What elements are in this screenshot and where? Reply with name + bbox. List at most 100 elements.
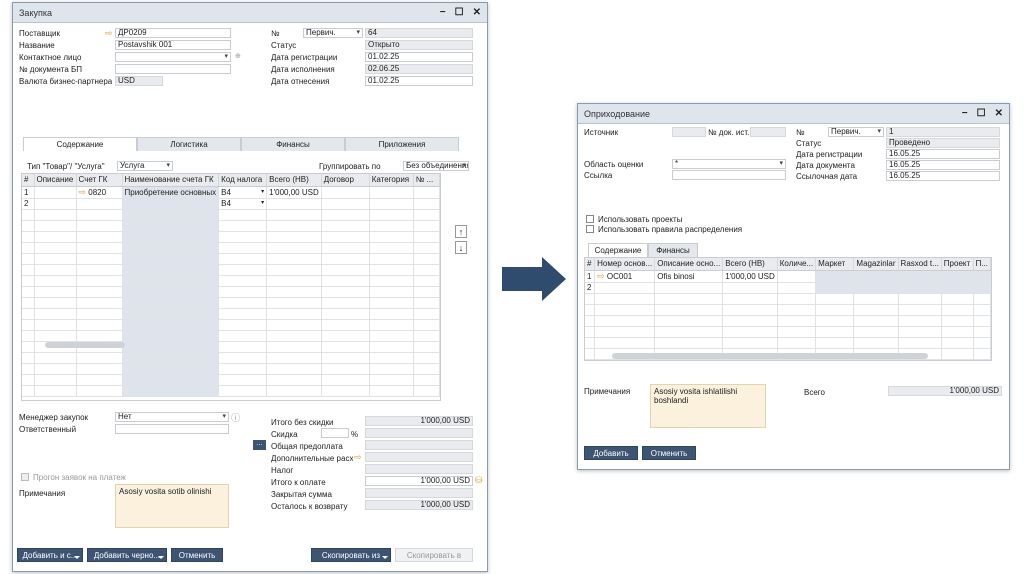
minimize-icon[interactable]: − [440, 7, 446, 18]
table-row[interactable] [22, 374, 440, 386]
cancel-button[interactable]: Отменить [642, 446, 696, 460]
col-desc[interactable]: Описание осно... [654, 258, 724, 271]
col-gl[interactable]: Счет ГК [76, 174, 123, 187]
add-draft-button[interactable]: Добавить черно... [87, 548, 167, 562]
col-total[interactable]: Всего (НВ) [266, 174, 322, 187]
row-stores[interactable] [853, 270, 899, 283]
table-row[interactable] [22, 220, 440, 232]
row-tax[interactable]: В4 ▾ [218, 198, 268, 210]
row-category[interactable] [369, 198, 414, 210]
ref-date-field[interactable]: 16.05.25 [886, 171, 1000, 181]
minimize-icon[interactable]: − [962, 108, 968, 119]
table-row[interactable]: 2 В4 ▾ [22, 198, 440, 210]
row-total[interactable] [266, 198, 322, 210]
row-more[interactable] [973, 270, 991, 283]
horizontal-scrollbar[interactable] [45, 342, 125, 348]
col-category[interactable]: Категория [369, 174, 414, 187]
row-contract[interactable] [321, 186, 370, 199]
col-stores[interactable]: Magazinlar [853, 258, 899, 271]
add-button[interactable]: Добавить [584, 446, 638, 460]
move-up-icon[interactable]: ↑ [455, 225, 467, 238]
table-row[interactable] [22, 385, 440, 397]
tab-finance[interactable]: Финансы [648, 243, 698, 257]
tab-logistics[interactable]: Логистика [137, 137, 241, 151]
row-expense[interactable] [898, 270, 942, 283]
col-contract[interactable]: Договор [321, 174, 370, 187]
table-row[interactable] [585, 304, 991, 316]
add-and-button[interactable]: Добавить и с... [17, 548, 83, 562]
table-row[interactable] [22, 363, 440, 375]
tab-attachments[interactable]: Приложения [345, 137, 459, 151]
currency-field[interactable]: USD [115, 76, 163, 86]
doc-date-field[interactable]: 16.05.25 [886, 160, 1000, 170]
use-distr-checkbox[interactable] [586, 225, 594, 233]
copy-from-button[interactable]: Скопировать из [311, 548, 391, 562]
col-more[interactable]: № ... [413, 174, 440, 187]
move-down-icon[interactable]: ↓ [455, 241, 467, 254]
remarks-field[interactable]: Asosiy vosita ishlatilishi boshlandi [650, 384, 766, 428]
horizontal-scrollbar[interactable] [612, 353, 928, 359]
table-row[interactable] [22, 319, 440, 331]
group-by-select[interactable]: Без объединения [403, 161, 469, 171]
coins-icon[interactable]: ⛁ [475, 475, 483, 486]
chevron-down-icon[interactable]: ▾ [261, 188, 264, 195]
row-asset[interactable] [594, 282, 656, 294]
row-total[interactable]: 1'000,00 USD [266, 186, 322, 199]
reg-date-field[interactable]: 01.02.25 [365, 52, 473, 62]
exec-date-field[interactable]: 02.06.25 [365, 64, 473, 74]
col-market[interactable]: Маркет [815, 258, 855, 271]
table-row[interactable]: 1 ⇨ ОС001 Ofis binosi 1'000,00 USD [585, 270, 991, 283]
col-num[interactable]: # [22, 174, 35, 187]
more-button[interactable]: ... [253, 440, 266, 450]
table-row[interactable] [22, 308, 440, 320]
table-row[interactable] [22, 209, 440, 221]
table-row[interactable] [22, 352, 440, 364]
series-select[interactable]: Первич. [828, 127, 884, 137]
row-qty[interactable] [777, 270, 817, 283]
contact-select[interactable] [115, 52, 231, 62]
info-icon[interactable]: ⓘ [231, 411, 240, 424]
discount-pct-field[interactable] [321, 428, 349, 438]
row-more[interactable] [413, 186, 440, 199]
series-select[interactable]: Первич. [303, 28, 363, 38]
ref-date-field[interactable]: 01.02.25 [365, 76, 473, 86]
owner-field[interactable] [115, 424, 229, 434]
name-field[interactable]: Postavshik 001 [115, 40, 231, 50]
row-project[interactable] [941, 270, 974, 283]
link-arrow-icon[interactable]: ⇨ [79, 187, 87, 197]
row-desc[interactable] [654, 282, 724, 294]
col-expense[interactable]: Rasxod t... [898, 258, 942, 271]
row-contract[interactable] [321, 198, 370, 210]
table-row[interactable] [585, 293, 991, 305]
tab-contents[interactable]: Содержание [588, 243, 648, 257]
row-more[interactable] [413, 198, 440, 210]
row-market[interactable] [815, 270, 855, 283]
table-row[interactable] [22, 231, 440, 243]
info-icon[interactable]: ⊕ [235, 52, 241, 60]
table-row[interactable] [22, 286, 440, 298]
discount-field[interactable] [365, 428, 473, 438]
col-qty[interactable]: Количе... [777, 258, 817, 271]
table-row[interactable] [22, 242, 440, 254]
col-desc[interactable]: Описание [34, 174, 77, 187]
close-icon[interactable]: ✕ [473, 7, 481, 18]
doc-no-field[interactable]: 1 [886, 127, 1000, 137]
maximize-icon[interactable]: ☐ [977, 108, 986, 119]
chevron-down-icon[interactable]: ▾ [261, 199, 264, 206]
row-gl[interactable]: ⇨ 0820 [76, 186, 123, 199]
table-row[interactable] [22, 253, 440, 265]
col-total[interactable]: Всего (НВ) [722, 258, 778, 271]
use-projects-checkbox[interactable] [586, 215, 594, 223]
link-arrow-icon[interactable]: ⇨ [354, 452, 362, 463]
col-tax[interactable]: Код налога [218, 174, 268, 187]
approval-checkbox[interactable] [21, 473, 29, 481]
table-row[interactable] [585, 326, 991, 338]
col-gl-name[interactable]: Наименование счета ГК [122, 174, 220, 187]
row-desc[interactable]: Ofis binosi [654, 270, 724, 283]
close-icon[interactable]: ✕ [995, 108, 1003, 119]
reg-date-field[interactable]: 16.05.25 [886, 149, 1000, 159]
item-type-select[interactable]: Услуга [117, 161, 173, 171]
doc-no-field[interactable]: 64 [365, 28, 473, 38]
src-doc-field[interactable] [750, 127, 786, 137]
row-total[interactable] [722, 282, 778, 294]
